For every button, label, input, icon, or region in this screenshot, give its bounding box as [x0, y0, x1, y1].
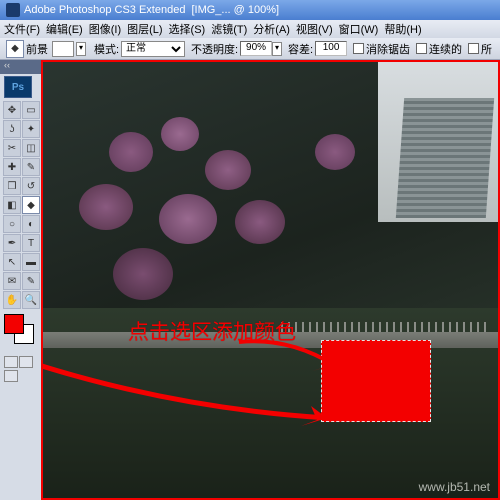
opacity-value[interactable]: 90%: [240, 41, 272, 56]
wand-tool-icon[interactable]: ✦: [22, 120, 40, 138]
alllayers-label: 所: [481, 41, 492, 57]
tolerance-value[interactable]: 100: [315, 41, 347, 56]
photo-flower: [161, 117, 199, 151]
photo-building: [396, 98, 494, 218]
blur-tool-icon[interactable]: ○: [3, 215, 21, 233]
photo-flower: [235, 200, 285, 244]
fg-dropdown-icon[interactable]: ▾: [76, 42, 86, 56]
options-bar: ◆ 前景 ▾ 模式: 正常 不透明度: 90% ▾ 容差: 100 消除锯齿 连…: [0, 38, 500, 60]
menu-file[interactable]: 文件(F): [4, 21, 40, 37]
hand-tool-icon[interactable]: ✋: [3, 291, 21, 309]
title-bar: Adobe Photoshop CS3 Extended [IMG_... @ …: [0, 0, 500, 20]
antialias-checkbox[interactable]: [353, 43, 364, 54]
photo-content: 点击选区添加颜色 www.jb51.net: [43, 62, 498, 498]
eyedrop-tool-icon[interactable]: ✎: [22, 272, 40, 290]
tolerance-label: 容差:: [288, 41, 313, 57]
opacity-arrow-icon[interactable]: ▾: [272, 42, 282, 56]
menu-layer[interactable]: 图层(L): [127, 21, 162, 37]
zoom-tool-icon[interactable]: 🔍: [22, 291, 40, 309]
photo-flower: [159, 194, 217, 244]
mode-select[interactable]: 正常: [121, 41, 185, 57]
history-tool-icon[interactable]: ↺: [22, 177, 40, 195]
app-logo-icon: [6, 3, 20, 17]
fg-label: 前景: [26, 41, 48, 57]
filled-selection[interactable]: [321, 340, 431, 422]
color-swatches: [4, 314, 41, 354]
pen-tool-icon[interactable]: ✒: [3, 234, 21, 252]
active-tool-icon[interactable]: ◆: [6, 40, 24, 58]
watermark: www.jb51.net: [419, 480, 490, 494]
quickmask-icon[interactable]: [19, 356, 33, 368]
stamp-tool-icon[interactable]: ❒: [3, 177, 21, 195]
photo-flower: [79, 184, 133, 230]
menu-select[interactable]: 选择(S): [169, 21, 206, 37]
menu-view[interactable]: 视图(V): [296, 21, 333, 37]
contiguous-label: 连续的: [429, 41, 462, 57]
photo-flower: [113, 248, 173, 300]
heal-tool-icon[interactable]: ✚: [3, 158, 21, 176]
foreground-swatch[interactable]: [4, 314, 24, 334]
canvas-area: 点击选区添加颜色 www.jb51.net: [41, 60, 500, 500]
photo-flower: [315, 134, 355, 170]
marquee-tool-icon[interactable]: ▭: [22, 101, 40, 119]
eraser-tool-icon[interactable]: ◧: [3, 196, 21, 214]
contiguous-checkbox[interactable]: [416, 43, 427, 54]
alllayers-checkbox[interactable]: [468, 43, 479, 54]
menu-analysis[interactable]: 分析(A): [253, 21, 290, 37]
shape-tool-icon[interactable]: ▬: [22, 253, 40, 271]
menu-image[interactable]: 图像(I): [89, 21, 121, 37]
annotation-text: 点击选区添加颜色: [128, 316, 296, 346]
antialias-label: 消除锯齿: [366, 41, 410, 57]
quickmask-row: [4, 356, 41, 368]
toolbox: ✥ ▭ ʖ ✦ ✂ ◫ ✚ ✎ ❒ ↺ ◧ ◆ ○ ◐ ✒ T ↖ ▬ ✉ ✎ …: [2, 100, 39, 310]
path-tool-icon[interactable]: ↖: [3, 253, 21, 271]
menu-help[interactable]: 帮助(H): [384, 21, 421, 37]
slice-tool-icon[interactable]: ◫: [22, 139, 40, 157]
standard-mode-icon[interactable]: [4, 356, 18, 368]
mode-label: 模式:: [94, 41, 119, 57]
bucket-tool-icon[interactable]: ◆: [22, 196, 40, 214]
lasso-tool-icon[interactable]: ʖ: [3, 120, 21, 138]
brush-tool-icon[interactable]: ✎: [22, 158, 40, 176]
workspace: ‹‹ Ps ✥ ▭ ʖ ✦ ✂ ◫ ✚ ✎ ❒ ↺ ◧ ◆ ○ ◐ ✒ T ↖ …: [0, 60, 500, 500]
crop-tool-icon[interactable]: ✂: [3, 139, 21, 157]
photo-railing: [281, 322, 491, 332]
document-canvas[interactable]: 点击选区添加颜色 www.jb51.net: [41, 60, 500, 500]
photo-flower: [109, 132, 153, 172]
menu-filter[interactable]: 滤镜(T): [211, 21, 247, 37]
tool-dock: ‹‹ Ps ✥ ▭ ʖ ✦ ✂ ◫ ✚ ✎ ❒ ↺ ◧ ◆ ○ ◐ ✒ T ↖ …: [0, 60, 41, 500]
notes-tool-icon[interactable]: ✉: [3, 272, 21, 290]
doc-title: [IMG_... @ 100%]: [191, 4, 279, 16]
dodge-tool-icon[interactable]: ◐: [22, 215, 40, 233]
app-title: Adobe Photoshop CS3 Extended: [24, 4, 185, 16]
screenmode-icon[interactable]: [4, 370, 18, 382]
type-tool-icon[interactable]: T: [22, 234, 40, 252]
screenmode-row: [4, 370, 41, 382]
opacity-label: 不透明度:: [191, 41, 238, 57]
fg-swatch[interactable]: [52, 41, 74, 57]
ps-badge-icon: Ps: [4, 76, 32, 98]
menu-bar: 文件(F) 编辑(E) 图像(I) 图层(L) 选择(S) 滤镜(T) 分析(A…: [0, 20, 500, 38]
toolbox-tab[interactable]: ‹‹: [0, 60, 41, 74]
menu-edit[interactable]: 编辑(E): [46, 21, 83, 37]
photo-flower: [205, 150, 251, 190]
move-tool-icon[interactable]: ✥: [3, 101, 21, 119]
menu-window[interactable]: 窗口(W): [339, 21, 379, 37]
